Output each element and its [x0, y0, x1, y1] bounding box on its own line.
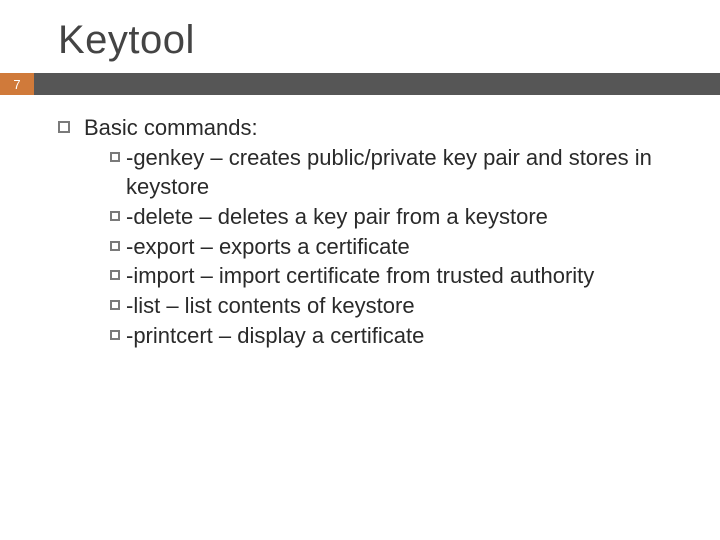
slide-title: Keytool: [58, 18, 720, 63]
header-bar-fill: [34, 73, 720, 95]
command-name: -import: [126, 263, 194, 288]
content-heading: Basic commands:: [84, 113, 680, 143]
command-desc: – deletes a key pair from a keystore: [193, 204, 548, 229]
slide-content: Basic commands: -genkey – creates public…: [0, 95, 720, 351]
command-desc: – exports a certificate: [194, 234, 409, 259]
bullet-icon: [110, 211, 120, 221]
command-name: -list: [126, 293, 160, 318]
command-name: -delete: [126, 204, 193, 229]
page-number: 7: [0, 73, 34, 95]
list-item: -list – list contents of keystore: [110, 291, 680, 321]
list-item: -export – exports a certificate: [110, 232, 680, 262]
command-desc: – list contents of keystore: [160, 293, 414, 318]
list-item: -printcert – display a certificate: [110, 321, 680, 351]
list-item: -import – import certificate from truste…: [110, 261, 680, 291]
list-item: -genkey – creates public/private key pai…: [110, 143, 680, 202]
bullet-icon: [110, 270, 120, 280]
command-name: -export: [126, 234, 194, 259]
command-name: -printcert: [126, 323, 213, 348]
bullet-icon: [58, 121, 70, 133]
command-desc: – display a certificate: [213, 323, 425, 348]
command-desc: – creates public/private key pair and st…: [126, 145, 652, 200]
bullet-icon: [110, 241, 120, 251]
command-desc: – import certificate from trusted author…: [194, 263, 594, 288]
list-item: -delete – deletes a key pair from a keys…: [110, 202, 680, 232]
bullet-icon: [110, 330, 120, 340]
bullet-icon: [110, 300, 120, 310]
command-name: -genkey: [126, 145, 204, 170]
bullet-icon: [110, 152, 120, 162]
header-bar: 7: [0, 73, 720, 95]
